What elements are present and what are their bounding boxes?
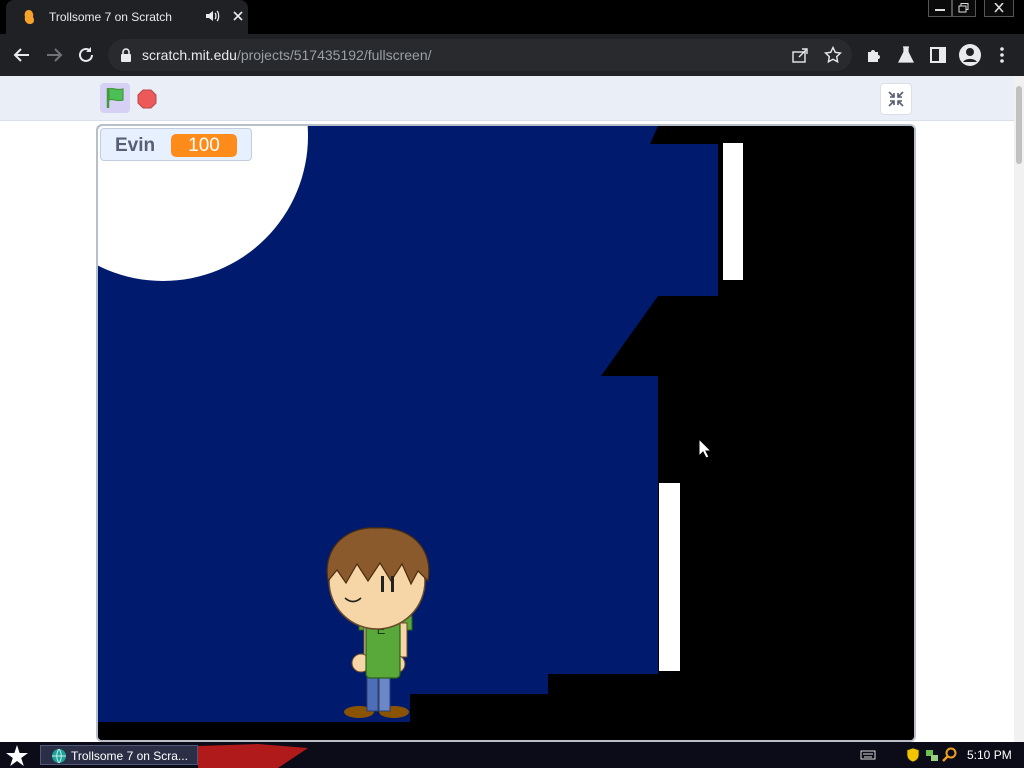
side-panel-icon[interactable] [928,45,948,65]
restore-icon [958,3,969,13]
forward-arrow-icon[interactable] [44,45,64,65]
share-icon[interactable] [792,47,808,63]
more-menu-icon[interactable] [992,45,1012,65]
address-bar[interactable]: scratch.mit.edu/projects/517435192/fulls… [108,39,852,71]
page-scrollbar[interactable] [1014,76,1024,742]
variable-monitor: Evin 100 [100,128,252,161]
minimize-icon [935,9,945,11]
stop-sign-icon[interactable] [137,89,157,109]
tab-title: Trollsome 7 on Scratch [49,10,172,24]
scrollbar-thumb[interactable] [1016,86,1022,164]
green-flag-button[interactable] [100,83,130,113]
taskbar-decoration [198,744,308,768]
network-icon[interactable] [924,747,940,763]
os-taskbar: Trollsome 7 on Scra... 5:10 PM [0,742,1024,768]
taskbar-browser-item[interactable]: Trollsome 7 on Scra... [40,745,198,765]
exit-fullscreen-button[interactable] [880,83,912,115]
variable-value: 100 [171,134,237,157]
close-tab-icon[interactable] [230,8,246,24]
audio-playing-icon[interactable] [204,8,220,24]
url-text: scratch.mit.edu/projects/517435192/fulls… [142,47,432,63]
restore-window-button[interactable] [952,0,976,17]
bookmark-star-icon[interactable] [824,46,842,64]
window-slit-upper [723,143,743,280]
browser-tab[interactable]: Trollsome 7 on Scratch [6,0,248,34]
browser-globe-icon [52,748,66,764]
browser-tab-bar: Trollsome 7 on Scratch [0,0,1024,34]
keyboard-icon[interactable] [860,747,876,763]
shield-icon[interactable] [905,747,921,763]
profile-avatar-icon[interactable] [958,43,982,67]
browser-toolbar: scratch.mit.edu/projects/517435192/fulls… [0,34,1024,76]
start-star-icon[interactable] [6,745,28,767]
scratch-favicon-icon [24,10,34,24]
system-clock: 5:10 PM [967,748,1012,762]
reload-icon[interactable] [76,45,96,65]
search-magnifier-icon[interactable] [942,747,958,763]
player-controls-bar [0,76,1014,121]
labs-flask-icon[interactable] [896,45,916,65]
green-flag-icon [106,87,124,108]
window-slit-lower [659,483,680,671]
close-window-icon [994,3,1004,13]
close-window-button[interactable] [984,0,1014,17]
stage-backdrop: E [98,126,914,740]
mouse-cursor-icon [698,438,712,459]
collapse-arrows-icon [888,91,904,107]
scratch-player-page: E Evin 100 [0,76,1014,742]
minimize-window-button[interactable] [928,0,952,17]
lock-icon[interactable] [120,47,132,63]
back-arrow-icon[interactable] [12,45,32,65]
variable-name: Evin [115,135,156,156]
extensions-puzzle-icon[interactable] [864,45,884,65]
taskbar-item-label: Trollsome 7 on Scra... [71,749,188,763]
scratch-stage[interactable]: E Evin 100 [96,124,916,742]
